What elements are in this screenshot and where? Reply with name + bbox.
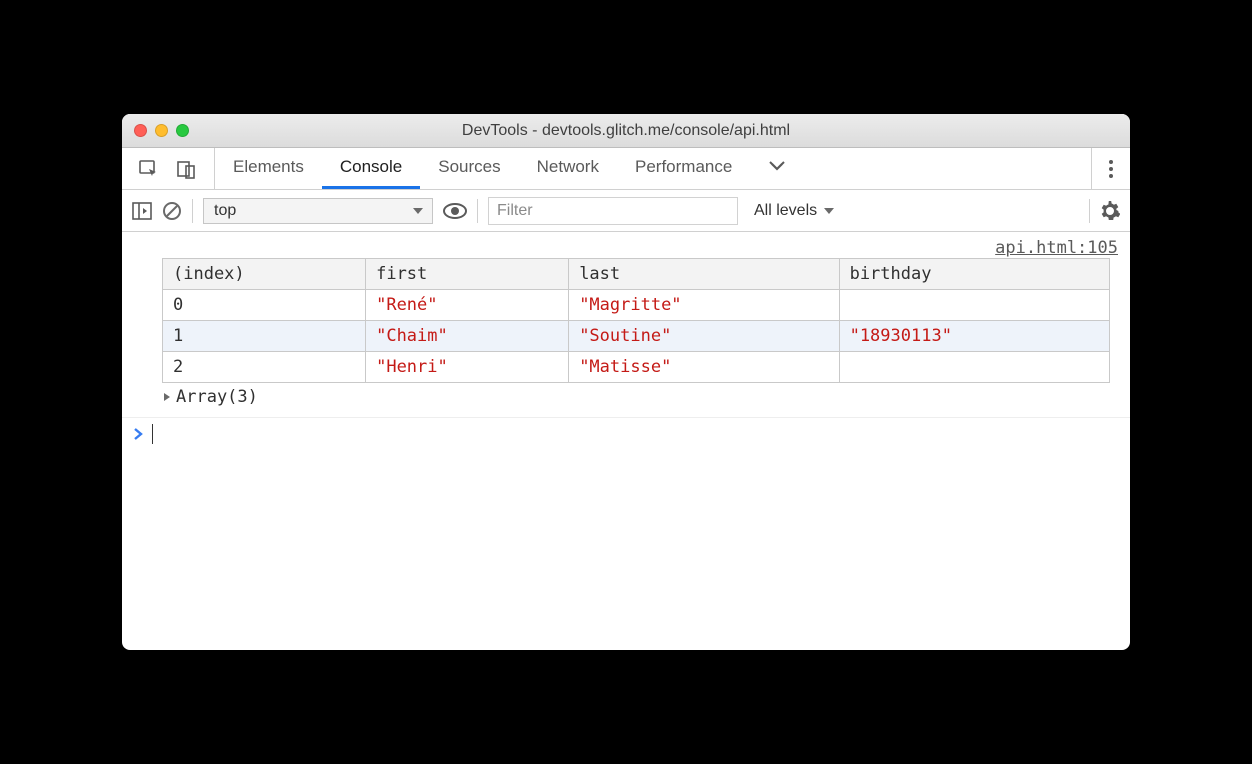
cell-index: 1 bbox=[163, 321, 366, 352]
live-expression-icon[interactable] bbox=[443, 203, 467, 219]
text-cursor bbox=[152, 424, 153, 444]
cell-last: "Matisse" bbox=[569, 352, 839, 383]
table-header-row: (index) first last birthday bbox=[163, 259, 1110, 290]
table-row: 2 "Henri" "Matisse" bbox=[163, 352, 1110, 383]
console-prompt[interactable] bbox=[122, 418, 1130, 450]
chevron-down-icon bbox=[823, 205, 835, 217]
close-window-button[interactable] bbox=[134, 124, 147, 137]
console-table: (index) first last birthday 0 "René" "Ma… bbox=[162, 258, 1110, 383]
col-index[interactable]: (index) bbox=[163, 259, 366, 290]
prompt-chevron-icon bbox=[132, 427, 144, 441]
inspect-element-icon[interactable] bbox=[138, 158, 160, 180]
toolbar-trailing bbox=[1091, 148, 1130, 189]
tab-performance[interactable]: Performance bbox=[617, 148, 750, 189]
cell-index: 2 bbox=[163, 352, 366, 383]
titlebar: DevTools - devtools.glitch.me/console/ap… bbox=[122, 114, 1130, 148]
table-row: 0 "René" "Magritte" bbox=[163, 290, 1110, 321]
console-settings-icon[interactable] bbox=[1100, 201, 1120, 221]
array-summary[interactable]: Array(3) bbox=[162, 383, 1118, 407]
source-link[interactable]: api.html:105 bbox=[995, 238, 1118, 258]
cell-last: "Magritte" bbox=[569, 290, 839, 321]
minimize-window-button[interactable] bbox=[155, 124, 168, 137]
context-label: top bbox=[214, 202, 236, 220]
cell-last: "Soutine" bbox=[569, 321, 839, 352]
levels-label: All levels bbox=[754, 202, 817, 220]
divider bbox=[477, 199, 478, 223]
console-output: api.html:105 (index) first last birthday… bbox=[122, 232, 1130, 650]
window-title: DevTools - devtools.glitch.me/console/ap… bbox=[122, 122, 1130, 140]
traffic-lights bbox=[122, 124, 189, 137]
expand-triangle-icon bbox=[162, 392, 172, 402]
col-birthday[interactable]: birthday bbox=[839, 259, 1109, 290]
table-row: 1 "Chaim" "Soutine" "18930113" bbox=[163, 321, 1110, 352]
filter-input[interactable] bbox=[488, 197, 738, 225]
log-levels-selector[interactable]: All levels bbox=[748, 202, 841, 220]
col-first[interactable]: first bbox=[366, 259, 569, 290]
tab-network[interactable]: Network bbox=[519, 148, 617, 189]
cell-birthday bbox=[839, 352, 1109, 383]
console-message: api.html:105 (index) first last birthday… bbox=[122, 232, 1130, 418]
panel-tabs: Elements Console Sources Network Perform… bbox=[215, 148, 1091, 189]
toggle-sidebar-icon[interactable] bbox=[132, 202, 152, 220]
tab-console[interactable]: Console bbox=[322, 148, 420, 189]
console-toolbar: top All levels bbox=[122, 190, 1130, 232]
kebab-menu-icon[interactable] bbox=[1108, 159, 1114, 179]
cell-first: "René" bbox=[366, 290, 569, 321]
clear-console-icon[interactable] bbox=[162, 201, 182, 221]
cell-index: 0 bbox=[163, 290, 366, 321]
divider bbox=[1089, 199, 1090, 223]
context-selector[interactable]: top bbox=[203, 198, 433, 224]
cell-birthday bbox=[839, 290, 1109, 321]
tab-elements[interactable]: Elements bbox=[215, 148, 322, 189]
cell-first: "Chaim" bbox=[366, 321, 569, 352]
cell-first: "Henri" bbox=[366, 352, 569, 383]
array-summary-label: Array(3) bbox=[176, 387, 258, 407]
tab-sources[interactable]: Sources bbox=[420, 148, 518, 189]
col-last[interactable]: last bbox=[569, 259, 839, 290]
zoom-window-button[interactable] bbox=[176, 124, 189, 137]
toolbar-leading bbox=[122, 148, 215, 189]
main-toolbar: Elements Console Sources Network Perform… bbox=[122, 148, 1130, 190]
devtools-window: DevTools - devtools.glitch.me/console/ap… bbox=[122, 114, 1130, 650]
divider bbox=[192, 199, 193, 223]
cell-birthday: "18930113" bbox=[839, 321, 1109, 352]
device-toolbar-icon[interactable] bbox=[176, 158, 198, 180]
chevron-down-icon bbox=[412, 205, 424, 217]
tab-overflow[interactable] bbox=[750, 148, 804, 189]
